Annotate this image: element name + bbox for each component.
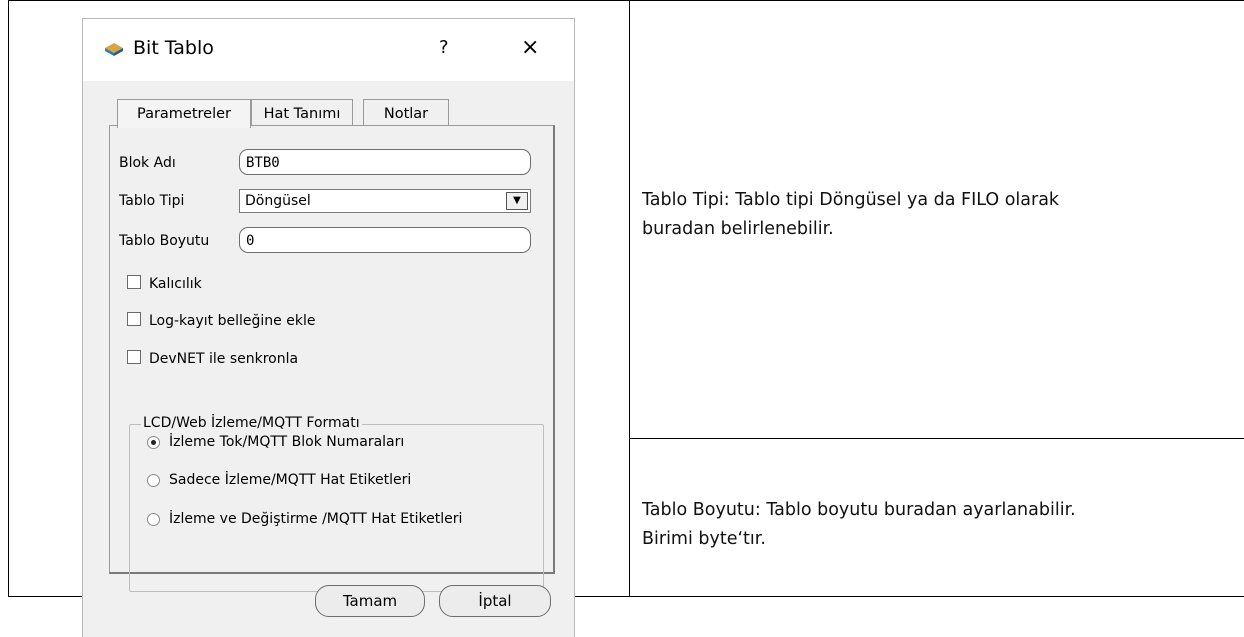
tab-notlar[interactable]: Notlar	[363, 99, 449, 128]
devnet-sync-label: DevNET ile senkronla	[149, 351, 299, 367]
close-button[interactable]: ×	[521, 35, 539, 60]
table-border-bottom-left	[8, 596, 82, 597]
block-name-label: Blok Adı	[119, 155, 176, 171]
radio-block-numbers-label: İzleme Tok/MQTT Blok Numaraları	[169, 434, 405, 450]
table-size-label: Tablo Boyutu	[119, 233, 210, 249]
table-size-desc-line2: Birimi byte‘tır.	[642, 529, 766, 549]
table-size-desc-line1: Tablo Boyutu: Tablo boyutu buradan ayarl…	[642, 500, 1076, 520]
table-type-select[interactable]: Döngüsel ▼	[239, 189, 531, 213]
radio-block-numbers[interactable]	[147, 436, 160, 449]
bit-tablo-dialog: Bit Tablo ? × Parametreler Hat Tanımı No…	[82, 18, 575, 637]
radio-modify-line-labels-label: İzleme ve Değiştirme /MQTT Hat Etiketler…	[169, 511, 463, 527]
table-column-divider	[629, 0, 630, 596]
radio-line-labels-label: Sadece İzleme/MQTT Hat Etiketleri	[169, 472, 412, 488]
radio-modify-line-labels[interactable]	[147, 513, 160, 526]
table-size-input[interactable]: 0	[239, 227, 531, 253]
block-name-input[interactable]: BTB0	[239, 149, 531, 175]
table-border-left	[8, 0, 9, 596]
log-memory-checkbox[interactable]	[127, 312, 141, 326]
table-type-label: Tablo Tipi	[119, 193, 185, 209]
table-border-top	[8, 0, 1244, 1]
tab-parametreler[interactable]: Parametreler	[117, 99, 251, 128]
help-button[interactable]: ?	[439, 37, 449, 58]
table-size-description: Tablo Boyutu: Tablo boyutu buradan ayarl…	[642, 496, 1076, 554]
table-type-desc-line1: Tablo Tipi: Tablo tipi Döngüsel ya da FI…	[642, 190, 1060, 210]
table-row-divider	[629, 438, 1244, 439]
chevron-down-icon[interactable]: ▼	[506, 192, 528, 210]
table-border-bottom-right	[573, 596, 1244, 597]
table-type-value: Döngüsel	[245, 193, 311, 209]
dialog-titlebar: Bit Tablo ? ×	[83, 19, 574, 81]
table-type-desc-line2: buradan belirlenebilir.	[642, 219, 834, 239]
devnet-sync-checkbox[interactable]	[127, 350, 141, 364]
ok-button[interactable]: Tamam	[315, 585, 425, 617]
radio-line-labels[interactable]	[147, 474, 160, 487]
persistence-label: Kalıcılık	[149, 276, 202, 292]
table-type-description: Tablo Tipi: Tablo tipi Döngüsel ya da FI…	[642, 186, 1059, 244]
dialog-title: Bit Tablo	[133, 37, 214, 59]
radio-selected-dot	[151, 440, 156, 445]
log-memory-label: Log-kayıt belleğine ekle	[149, 313, 316, 329]
app-icon	[103, 41, 125, 62]
persistence-checkbox[interactable]	[127, 275, 141, 289]
cancel-button[interactable]: İptal	[439, 585, 551, 617]
format-group-legend: LCD/Web İzleme/MQTT Formatı	[141, 415, 362, 431]
tab-hat-tanimi[interactable]: Hat Tanımı	[251, 99, 353, 128]
